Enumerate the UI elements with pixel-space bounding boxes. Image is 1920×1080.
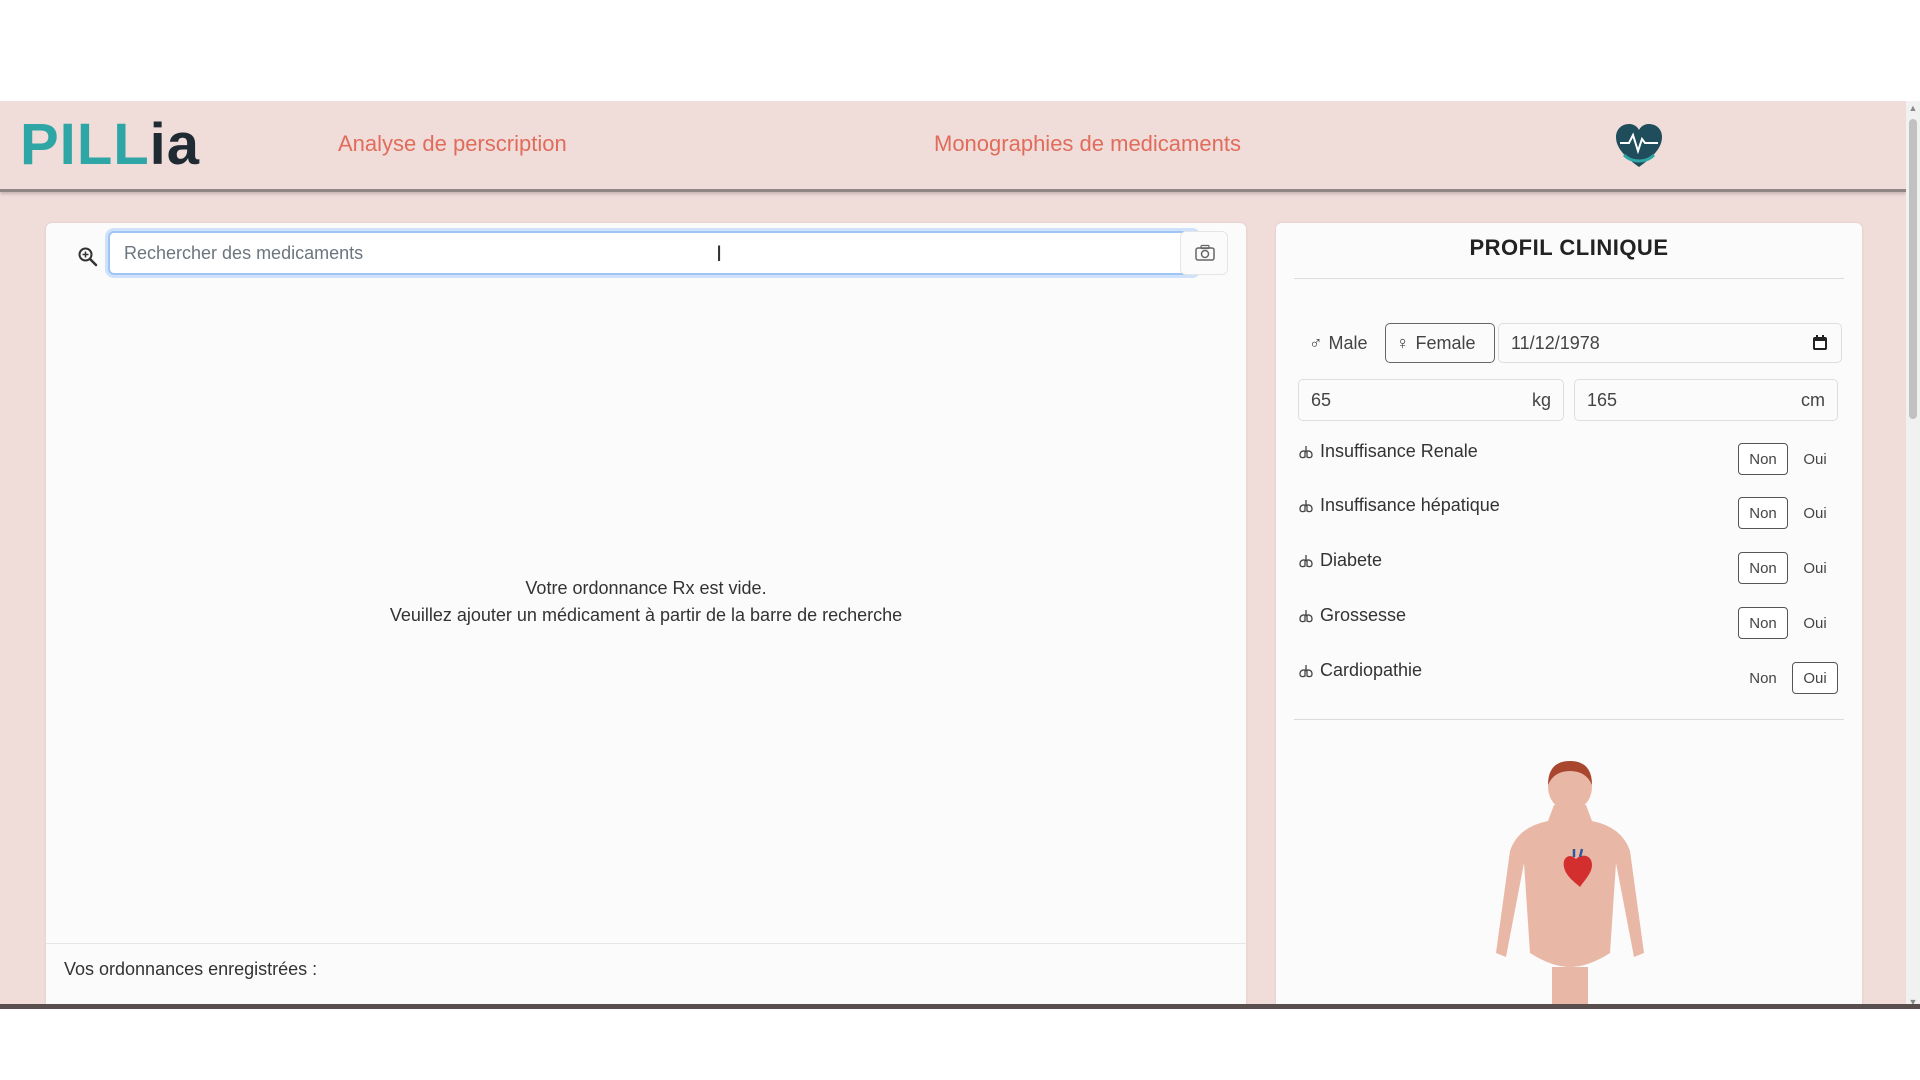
search-icon: [78, 247, 98, 267]
lungs-icon: [1299, 609, 1313, 622]
saved-prescriptions-label: Vos ordonnances enregistrées :: [64, 959, 318, 979]
male-icon: ♂: [1309, 332, 1323, 353]
condition-row-cardiopathie: Cardiopathie Non Oui: [1298, 660, 1844, 700]
divider: [1294, 278, 1844, 279]
grossesse-non-button[interactable]: Non: [1738, 607, 1788, 639]
condition-label: Insuffisance Renale: [1320, 441, 1478, 461]
clinical-profile-panel: PROFIL CLINIQUE ♂ Male ♀ Female 11/12/19…: [1276, 223, 1862, 1009]
navbar: PILLia Analyse de perscription Monograph…: [0, 101, 1906, 192]
text-cursor-icon: I: [716, 241, 723, 266]
condition-label: Grossesse: [1320, 605, 1407, 625]
condition-row-diabete: Diabete Non Oui: [1298, 550, 1844, 590]
camera-icon: [1195, 244, 1215, 261]
condition-label: Diabete: [1320, 550, 1383, 570]
height-input[interactable]: 165 cm: [1574, 379, 1838, 421]
lungs-icon: [1299, 499, 1313, 512]
empty-message-line1: Votre ordonnance Rx est vide.: [525, 578, 767, 598]
lungs-icon: [1299, 554, 1313, 567]
height-unit: cm: [1801, 389, 1825, 410]
condition-label: Insuffisance hépatique: [1320, 495, 1500, 515]
profile-title: PROFIL CLINIQUE: [1469, 235, 1669, 260]
heart-logo-icon[interactable]: [1612, 119, 1666, 173]
divider: [46, 943, 1246, 944]
app-viewport: PILLia Analyse de perscription Monograph…: [0, 101, 1920, 1009]
condition-row-renale: Insuffisance Renale Non Oui: [1298, 441, 1844, 481]
grossesse-oui-button[interactable]: Oui: [1792, 607, 1838, 639]
lungs-icon: [1299, 664, 1313, 677]
camera-button[interactable]: [1180, 231, 1228, 275]
height-value: 165: [1587, 389, 1618, 410]
condition-row-hepatique: Insuffisance hépatique Non Oui: [1298, 495, 1844, 535]
sex-male-button[interactable]: ♂ Male: [1298, 323, 1388, 363]
page-scrollbar[interactable]: ▲ ▼: [1906, 101, 1920, 1009]
nav-link-analyse[interactable]: Analyse de perscription: [338, 131, 567, 157]
sex-female-button[interactable]: ♀ Female: [1385, 323, 1495, 363]
scroll-up-icon[interactable]: ▲: [1908, 103, 1918, 113]
prescription-panel: I Votre ordonnance Rx est vide. Veuillez…: [46, 223, 1246, 1009]
empty-message-line2: Veuillez ajouter un médicament à partir …: [389, 605, 903, 625]
cardiopathie-non-button[interactable]: Non: [1738, 662, 1788, 694]
diabete-non-button[interactable]: Non: [1738, 552, 1788, 584]
birthdate-input[interactable]: 11/12/1978: [1498, 323, 1842, 363]
renale-non-button[interactable]: Non: [1738, 443, 1788, 475]
empty-prescription-message: Votre ordonnance Rx est vide. Veuillez a…: [46, 575, 1246, 629]
cardiopathie-oui-button[interactable]: Oui: [1792, 662, 1838, 694]
video-progress-strip: [0, 1004, 1920, 1009]
weight-unit: kg: [1531, 389, 1551, 410]
search-input[interactable]: [108, 231, 1198, 275]
hepatique-oui-button[interactable]: Oui: [1792, 497, 1838, 529]
divider: [1294, 719, 1844, 720]
hepatique-non-button[interactable]: Non: [1738, 497, 1788, 529]
female-icon: ♀: [1396, 332, 1410, 353]
renale-oui-button[interactable]: Oui: [1792, 443, 1838, 475]
scroll-thumb[interactable]: [1909, 119, 1917, 419]
condition-row-grossesse: Grossesse Non Oui: [1298, 605, 1844, 645]
nav-link-monographies[interactable]: Monographies de medicaments: [934, 131, 1241, 157]
condition-label: Cardiopathie: [1320, 660, 1423, 680]
birthdate-value: 11/12/1978: [1511, 332, 1600, 353]
app-logo[interactable]: PILLia: [20, 116, 200, 174]
calendar-icon[interactable]: [1811, 334, 1829, 352]
diabete-oui-button[interactable]: Oui: [1792, 552, 1838, 584]
weight-value: 65: [1311, 389, 1332, 410]
human-body-illustration: [1496, 761, 1644, 1009]
lungs-icon: [1299, 445, 1313, 458]
weight-input[interactable]: 65 kg: [1298, 379, 1564, 421]
